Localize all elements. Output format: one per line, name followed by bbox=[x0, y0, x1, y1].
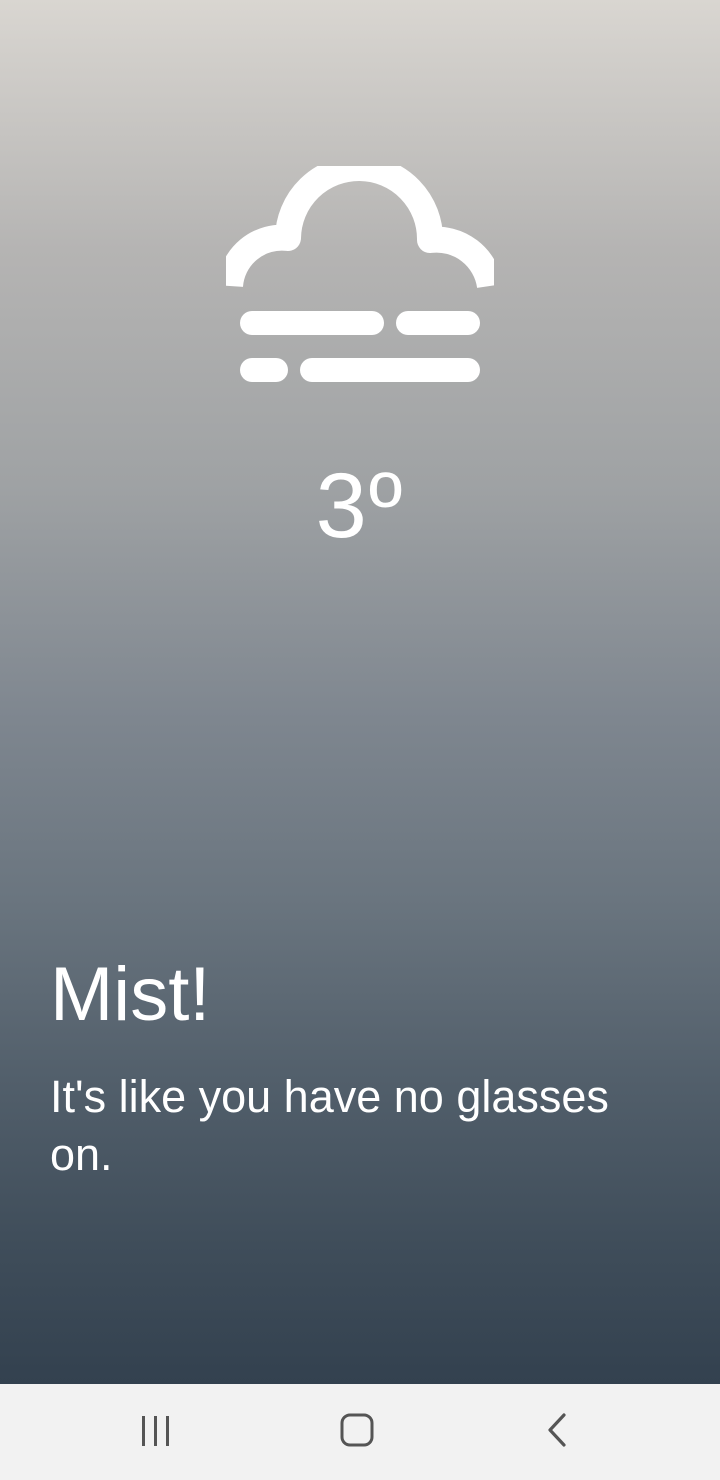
weather-background: 3º Mist! It's like you have no glasses o… bbox=[0, 0, 720, 1384]
back-icon bbox=[548, 1413, 566, 1447]
weather-headline: Mist! bbox=[50, 952, 211, 1037]
back-button[interactable] bbox=[518, 1398, 598, 1462]
mist-icon bbox=[226, 166, 494, 382]
navigation-bar bbox=[0, 1384, 720, 1480]
recents-button[interactable] bbox=[116, 1398, 196, 1462]
home-button[interactable] bbox=[317, 1398, 397, 1462]
weather-screen: 3º Mist! It's like you have no glasses o… bbox=[0, 0, 720, 1480]
temperature-value: 3º bbox=[315, 455, 405, 557]
home-icon bbox=[340, 1413, 374, 1447]
weather-message: It's like you have no glasses on. bbox=[50, 1071, 609, 1180]
recents-icon bbox=[142, 1416, 169, 1446]
